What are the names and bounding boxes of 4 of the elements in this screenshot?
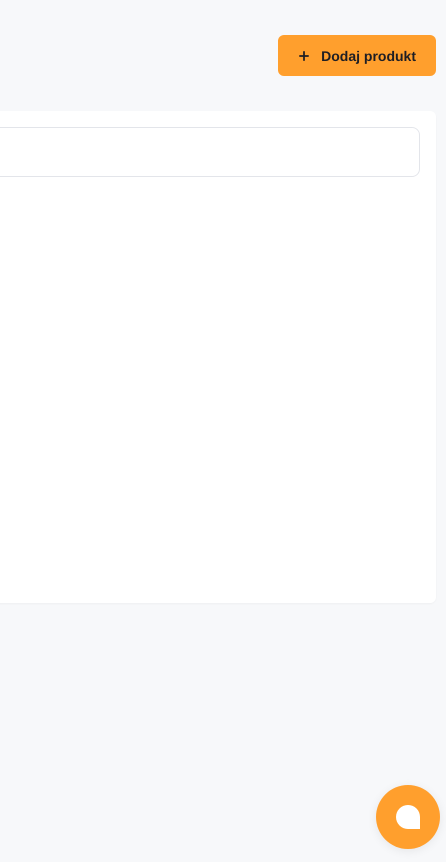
plus-icon — [297, 48, 312, 62]
chat-bubble-icon — [396, 805, 420, 829]
input-field[interactable] — [0, 127, 420, 177]
add-product-button[interactable]: Dodaj produkt — [278, 35, 436, 76]
